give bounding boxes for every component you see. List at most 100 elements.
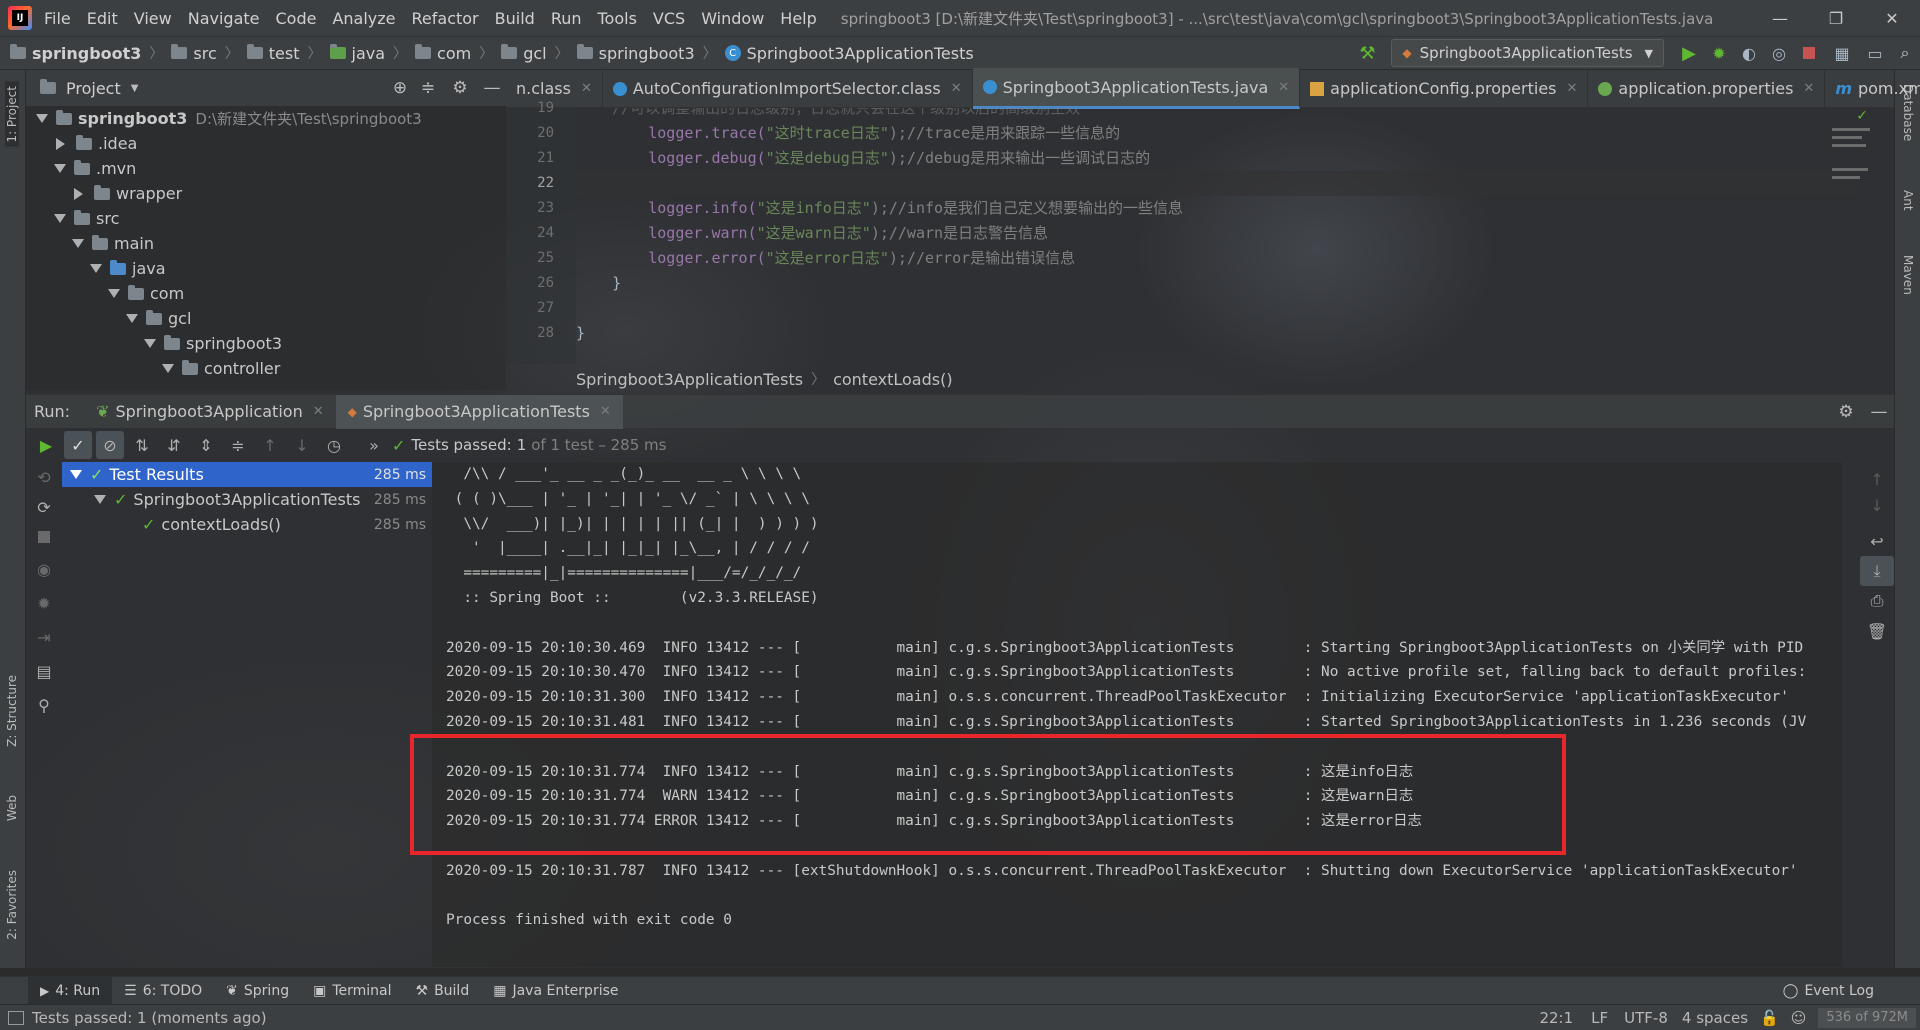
minimize-button[interactable]: — [1752,0,1808,36]
test-class-row[interactable]: ✓ Springboot3ApplicationTests 285 ms [62,487,432,512]
crumb-gcl[interactable]: gcl [523,44,546,63]
sort-alpha-icon[interactable]: ⇅ [128,431,156,459]
collapse-all-icon[interactable]: ≑ [414,78,442,98]
menu-view[interactable]: View [134,9,172,28]
menu-help[interactable]: Help [780,9,816,28]
close-button[interactable]: ✕ [1864,0,1920,36]
tree-item-gcl[interactable]: gcl [26,306,506,331]
tool-windows-icon[interactable] [8,1010,24,1025]
pin-icon[interactable]: ⚲ [26,688,62,722]
tool-tab-todo[interactable]: ☰ 6: TODO [112,977,214,1005]
menu-build[interactable]: Build [495,9,535,28]
tool-tab-event-log[interactable]: ◯ Event Log [1771,977,1886,1005]
status-message[interactable]: Tests passed: 1 (moments ago) [32,1009,267,1027]
debug-icon[interactable]: ✹ [26,586,62,620]
expand-icon[interactable] [70,470,82,479]
indent-setting[interactable]: 4 spaces [1682,1009,1748,1027]
scroll-to-end-icon[interactable]: ⤓ [1860,556,1894,586]
more-icon[interactable]: » [360,431,388,459]
menu-code[interactable]: Code [276,9,317,28]
menu-tools[interactable]: Tools [598,9,637,28]
lock-icon[interactable]: 🔓 [1760,1009,1779,1027]
crumb-test[interactable]: test [269,44,300,63]
profile-icon[interactable]: ◎ [1764,44,1794,63]
tree-item-main[interactable]: main [26,231,506,256]
tree-item-java[interactable]: java [26,256,506,281]
structure-tool-button[interactable]: Z: Structure [5,675,19,747]
tree-item-wrapper[interactable]: wrapper [26,181,506,206]
tab-applicationconfig-properties[interactable]: applicationConfig.properties ✕ [1300,69,1589,108]
menu-refactor[interactable]: Refactor [412,9,479,28]
next-failed-icon[interactable]: ↓ [288,431,316,459]
export-icon[interactable]: ⇥ [26,620,62,654]
show-passed-icon[interactable]: ✓ [64,431,92,459]
down-icon[interactable]: ↓ [1860,492,1894,518]
tool-tab-spring[interactable]: ❦ Spring [214,977,301,1005]
up-icon[interactable]: ↑ [1860,466,1894,492]
web-tool-button[interactable]: Web [5,795,19,821]
collapsed-arrow-icon[interactable] [56,137,65,150]
crumb-springboot3-pkg[interactable]: springboot3 [599,44,695,63]
tab-autoconfiguration[interactable]: AutoConfigurationImportSelector.class ✕ [603,69,973,108]
layout-icon[interactable]: ▭ [1860,44,1890,63]
run-tab-springboot3application[interactable]: ❦ Springboot3Application ✕ [84,395,336,429]
menu-edit[interactable]: Edit [87,9,118,28]
crumb-class[interactable]: Springboot3ApplicationTests [747,44,974,63]
stop-icon[interactable] [26,522,62,552]
close-icon[interactable]: ✕ [313,404,324,419]
minimap[interactable]: ✓ [1832,108,1876,198]
close-icon[interactable]: ✕ [600,404,611,419]
restore-button[interactable]: ❐ [1808,0,1864,36]
expanded-arrow-icon[interactable] [72,239,84,248]
tab-application-properties[interactable]: application.properties ✕ [1588,69,1826,108]
project-panel-title[interactable]: Project [66,79,121,98]
menu-file[interactable]: File [44,9,71,28]
rerun-failed-icon[interactable]: ⟲ [26,462,62,492]
menu-window[interactable]: Window [701,9,764,28]
layout-icon[interactable]: ▤ [26,654,62,688]
toggle-auto-test-icon[interactable]: ⟳ [26,492,62,522]
crumb-method[interactable]: contextLoads() [833,370,953,389]
project-structure-icon[interactable]: ▦ [1824,44,1860,63]
expanded-arrow-icon[interactable] [126,314,138,323]
previous-failed-icon[interactable]: ↑ [256,431,284,459]
crumb-java[interactable]: java [352,44,386,63]
chevron-down-icon[interactable]: ▼ [131,83,139,94]
expanded-arrow-icon[interactable] [162,364,174,373]
hide-icon[interactable]: — [1864,402,1894,422]
project-tool-button[interactable]: 1: Project [5,82,19,147]
tool-tab-terminal[interactable]: ▣ Terminal [301,977,403,1005]
gear-icon[interactable]: ⚙ [1828,402,1864,422]
tree-item-controller[interactable]: controller [26,356,506,381]
debug-icon[interactable]: ✹ [1704,44,1734,63]
caret-position[interactable]: 22:1 [1539,1009,1573,1027]
tree-item--mvn[interactable]: .mvn [26,156,506,181]
tab-springboot3applicationtests[interactable]: Springboot3ApplicationTests.java ✕ [972,68,1301,109]
tree-item-springboot3[interactable]: springboot3 [26,331,506,356]
menu-run[interactable]: Run [551,9,582,28]
tree-item-src[interactable]: src [26,206,506,231]
hide-icon[interactable]: — [478,78,506,98]
menu-vcs[interactable]: VCS [653,9,685,28]
snapshot-icon[interactable]: ◉ [26,552,62,586]
tree-item-com[interactable]: com [26,281,506,306]
collapse-all-icon[interactable]: ≑ [224,431,252,459]
favorites-tool-button[interactable]: 2: Favorites [5,870,19,940]
tool-tab-build[interactable]: ⚒ Build [404,977,482,1005]
expanded-arrow-icon[interactable] [54,164,66,173]
run-configuration-select[interactable]: ◆ Springboot3ApplicationTests ▼ [1391,39,1664,67]
soft-wrap-icon[interactable]: ↩ [1860,526,1894,556]
rerun-icon[interactable]: ▶ [32,431,60,459]
maven-tool-button[interactable]: Maven [1901,255,1915,295]
stop-icon[interactable] [1794,47,1824,59]
file-encoding[interactable]: UTF-8 [1624,1009,1668,1027]
tree-item--idea[interactable]: .idea [26,131,506,156]
close-icon[interactable]: ✕ [1278,80,1289,95]
line-separator[interactable]: LF [1591,1009,1608,1027]
sort-duration-icon[interactable]: ⇵ [160,431,188,459]
locate-icon[interactable]: ⊕ [386,78,414,98]
menu-navigate[interactable]: Navigate [188,9,260,28]
expanded-arrow-icon[interactable] [90,264,102,273]
tool-tab-run[interactable]: ▶ 4: Run [28,976,113,1005]
close-icon[interactable]: ✕ [581,81,592,96]
